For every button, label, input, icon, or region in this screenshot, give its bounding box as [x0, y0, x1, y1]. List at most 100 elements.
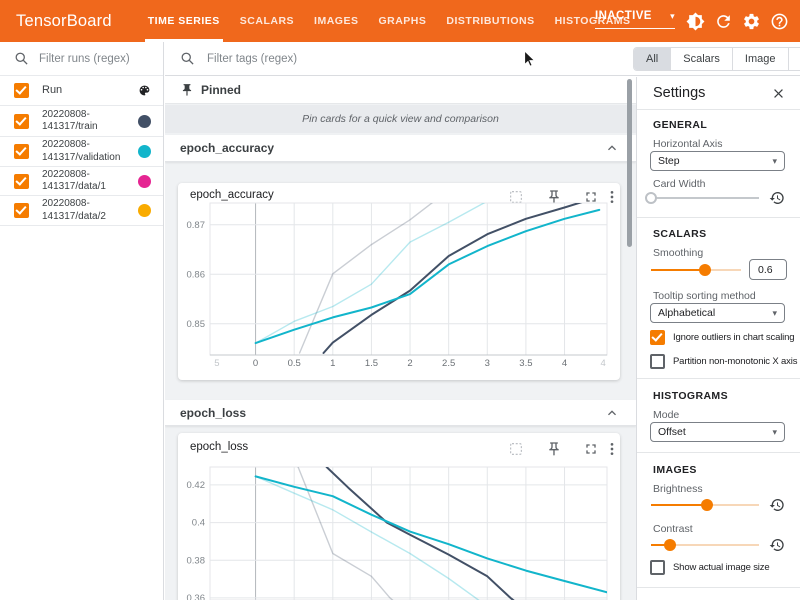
- dark-mode-toggle-icon[interactable]: [686, 12, 705, 31]
- run-checkbox[interactable]: [14, 114, 29, 129]
- chevron-up-icon[interactable]: [604, 405, 620, 421]
- svg-text:2.5: 2.5: [442, 358, 455, 369]
- ignore-outliers-checkbox[interactable]: [650, 330, 665, 345]
- run-select-all-checkbox[interactable]: [14, 83, 29, 98]
- palette-icon[interactable]: [138, 84, 151, 97]
- run-label: 20220808-141317/data/2: [42, 198, 134, 223]
- search-icon: [180, 51, 195, 66]
- tab-scalars[interactable]: SCALARS: [230, 0, 304, 42]
- reload-status-select[interactable]: INACTIVE ▾: [595, 10, 675, 29]
- svg-text:0.42: 0.42: [187, 480, 206, 491]
- show-actual-size-row: Show actual image size: [650, 560, 770, 575]
- run-checkbox[interactable]: [14, 203, 29, 218]
- svg-text:0: 0: [253, 358, 258, 369]
- settings-section-scalars: SCALARS: [653, 228, 707, 240]
- smoothing-label: Smoothing: [653, 247, 703, 259]
- nav-tabs: TIME SERIES SCALARS IMAGES GRAPHS DISTRI…: [138, 0, 641, 42]
- run-color-dot[interactable]: [138, 204, 151, 217]
- chevron-up-icon[interactable]: [604, 140, 620, 156]
- svg-text:0.87: 0.87: [187, 220, 206, 231]
- ignore-outliers-row: Ignore outliers in chart scaling: [650, 330, 794, 345]
- section-header-epoch-loss[interactable]: epoch_loss: [165, 400, 636, 426]
- refresh-icon[interactable]: [714, 12, 733, 31]
- chart-card-title: epoch_accuracy: [190, 189, 274, 201]
- settings-panel-title: Settings: [653, 85, 705, 101]
- run-row[interactable]: 20220808-141317/data/1: [0, 167, 163, 196]
- run-master-label: Run: [42, 84, 134, 97]
- tensorboard-app: TensorBoard TIME SERIES SCALARS IMAGES G…: [0, 0, 800, 600]
- tab-graphs[interactable]: GRAPHS: [368, 0, 436, 42]
- run-checkbox[interactable]: [14, 174, 29, 189]
- horizontal-axis-label: Horizontal Axis: [653, 138, 722, 150]
- run-color-dot[interactable]: [138, 175, 151, 188]
- settings-section-images: IMAGES: [653, 464, 697, 476]
- svg-text:5: 5: [214, 358, 219, 369]
- run-color-dot[interactable]: [138, 115, 151, 128]
- chart-card-epoch-accuracy: epoch_accuracy 0.850.860.8700.511.522.53…: [178, 183, 620, 380]
- app-logo: TensorBoard: [16, 12, 112, 31]
- pinned-section-header: Pinned: [165, 77, 636, 104]
- close-icon[interactable]: [771, 86, 786, 101]
- vertical-scrollbar[interactable]: [627, 79, 632, 247]
- run-checkbox[interactable]: [14, 144, 29, 159]
- filter-chip-image[interactable]: Image: [733, 48, 789, 70]
- filter-chip-scalars[interactable]: Scalars: [671, 48, 733, 70]
- tag-filter-input[interactable]: [205, 52, 419, 66]
- reset-icon[interactable]: [769, 537, 785, 553]
- run-label: 20220808-141317/data/1: [42, 169, 134, 194]
- svg-text:0.5: 0.5: [288, 358, 301, 369]
- tooltip-sort-label: Tooltip sorting method: [653, 290, 756, 302]
- main-content: Pinned Pin cards for a quick view and co…: [165, 77, 636, 600]
- settings-section-histograms: HISTOGRAMS: [653, 390, 728, 402]
- run-row[interactable]: 20220808-141317/validation: [0, 137, 163, 167]
- run-row[interactable]: 20220808-141317/train: [0, 106, 163, 137]
- card-width-slider[interactable]: [651, 191, 759, 205]
- smoothing-value-input[interactable]: 0.6: [749, 259, 787, 280]
- help-icon[interactable]: [770, 12, 789, 31]
- filter-chip-histogram[interactable]: Histogram: [789, 48, 800, 70]
- smoothing-slider[interactable]: [651, 263, 741, 277]
- app-header: TensorBoard TIME SERIES SCALARS IMAGES G…: [0, 0, 800, 42]
- run-label: 20220808-141317/validation: [42, 139, 134, 164]
- section-header-epoch-accuracy[interactable]: epoch_accuracy: [165, 135, 636, 162]
- tag-type-filter-group: All Scalars Image Histogram: [633, 47, 800, 71]
- svg-text:0.86: 0.86: [187, 269, 206, 280]
- reset-icon[interactable]: [769, 497, 785, 513]
- svg-text:0.4: 0.4: [192, 518, 205, 529]
- partition-x-axis-checkbox[interactable]: [650, 354, 665, 369]
- filter-chip-all[interactable]: All: [634, 48, 671, 70]
- pin-icon: [180, 83, 194, 97]
- partition-x-axis-row: Partition non-monotonic X axis ?: [650, 354, 800, 369]
- chevron-down-icon: ▾: [772, 156, 777, 167]
- svg-text:0.36: 0.36: [187, 593, 206, 600]
- gear-icon[interactable]: [742, 12, 761, 31]
- settings-section-general: GENERAL: [653, 119, 707, 131]
- tab-time-series[interactable]: TIME SERIES: [138, 0, 230, 42]
- svg-text:0.85: 0.85: [187, 319, 206, 330]
- histogram-mode-label: Mode: [653, 409, 679, 421]
- run-filter-row: [0, 42, 163, 76]
- svg-text:1: 1: [330, 358, 335, 369]
- line-chart-epoch-accuracy[interactable]: 0.850.860.8700.511.522.533.5454: [178, 202, 620, 383]
- reset-icon[interactable]: [769, 190, 785, 206]
- chevron-down-icon: ▾: [670, 11, 675, 22]
- runs-sidebar: Run 20220808-141317/train 20220808-14131…: [0, 42, 164, 600]
- brightness-slider[interactable]: [651, 498, 759, 512]
- horizontal-axis-select[interactable]: Step ▾: [650, 151, 785, 171]
- settings-panel: Settings GENERAL Horizontal Axis Step ▾ …: [636, 77, 800, 600]
- svg-text:1.5: 1.5: [365, 358, 378, 369]
- card-width-label: Card Width: [653, 178, 706, 190]
- contrast-slider[interactable]: [651, 538, 759, 552]
- run-color-dot[interactable]: [138, 145, 151, 158]
- svg-text:4: 4: [600, 358, 605, 369]
- show-actual-size-checkbox[interactable]: [650, 560, 665, 575]
- brightness-label: Brightness: [653, 483, 703, 495]
- tooltip-sort-select[interactable]: Alphabetical ▾: [650, 303, 785, 323]
- run-filter-input[interactable]: [37, 52, 161, 66]
- line-chart-epoch-loss[interactable]: 0.360.380.40.42: [178, 452, 620, 600]
- tab-distributions[interactable]: DISTRIBUTIONS: [436, 0, 544, 42]
- pinned-empty-hint: Pin cards for a quick view and compariso…: [165, 105, 636, 133]
- histogram-mode-select[interactable]: Offset ▾: [650, 422, 785, 442]
- tab-images[interactable]: IMAGES: [304, 0, 368, 42]
- run-row[interactable]: 20220808-141317/data/2: [0, 196, 163, 226]
